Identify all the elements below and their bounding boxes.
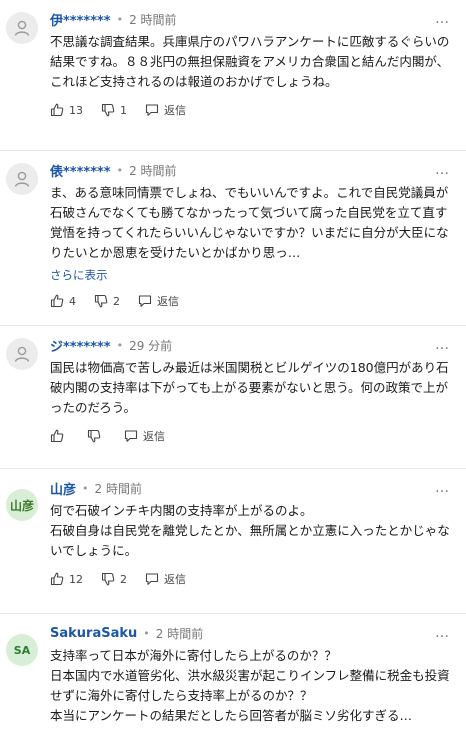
reply-button[interactable]: 返信 bbox=[124, 428, 165, 444]
more-options-icon[interactable]: … bbox=[435, 626, 450, 640]
separator-dot: • bbox=[116, 12, 124, 26]
comment-time: 2 時間前 bbox=[94, 481, 142, 496]
comment-text: 不思議な調査結果。兵庫県庁のパワハラアンケートに匹敵するぐらいの結果ですね。８８… bbox=[50, 34, 450, 89]
dislike-button[interactable]: 2 bbox=[101, 572, 127, 586]
user-silhouette-icon bbox=[14, 346, 30, 362]
comment-card: ジ******* • 29 分前 … 国民は物価高で苦しみ最近は米国関税とビルゲ… bbox=[0, 326, 466, 469]
reply-bubble-icon bbox=[145, 104, 159, 116]
comment-actions: 12 2 返信 bbox=[50, 569, 454, 589]
user-silhouette-icon bbox=[14, 20, 30, 36]
avatar[interactable] bbox=[6, 12, 38, 44]
commenter-name[interactable]: ジ******* bbox=[50, 336, 111, 355]
comment-text: ま、ある意味同情票でしょね、でもいいんですよ。これで自民党議員が石破さんでなくて… bbox=[50, 185, 449, 260]
like-button[interactable]: 13 bbox=[50, 103, 83, 117]
reply-bubble-icon bbox=[145, 573, 159, 585]
more-options-icon[interactable]: … bbox=[435, 12, 450, 26]
reply-button[interactable]: 返信 bbox=[145, 102, 186, 118]
avatar[interactable]: 山彦 bbox=[6, 489, 38, 521]
dislike-button[interactable] bbox=[87, 429, 106, 443]
comment-text: 何で石破インチキ内閣の支持率が上がるのよ。 石破自身は自民党を離党したとか、無所… bbox=[50, 503, 450, 558]
separator-dot: • bbox=[143, 626, 150, 640]
thumbs-down-icon bbox=[94, 294, 108, 308]
commenter-name[interactable]: SakuraSaku bbox=[50, 626, 137, 641]
reply-label: 返信 bbox=[157, 295, 179, 308]
see-more-link[interactable]: さらに表示 bbox=[50, 267, 454, 283]
avatar[interactable]: SA bbox=[6, 634, 38, 666]
reply-button[interactable]: 返信 bbox=[145, 571, 186, 587]
commenter-name[interactable]: 山彦 bbox=[50, 479, 76, 498]
thumbs-up-icon bbox=[50, 103, 64, 117]
dislike-button[interactable]: 2 bbox=[94, 294, 120, 308]
commenter-name[interactable]: 伊******* bbox=[50, 10, 111, 29]
like-button[interactable] bbox=[50, 429, 69, 443]
separator-dot: • bbox=[116, 338, 124, 352]
comment-time: 2 時間前 bbox=[155, 626, 204, 641]
comment-text: 支持率って日本が海外に寄付したら上がるのか？？ 日本国内で水道管劣化、洪水級災害… bbox=[50, 648, 450, 723]
reply-label: 返信 bbox=[164, 104, 186, 117]
comment-card: SA SakuraSaku • 2 時間前 … 支持率って日本が海外に寄付したら… bbox=[0, 614, 466, 731]
dislike-count: 2 bbox=[113, 294, 120, 308]
like-count: 13 bbox=[69, 103, 83, 117]
comment-actions: 返信 bbox=[50, 426, 454, 446]
dislike-button[interactable]: 1 bbox=[101, 103, 127, 117]
comment-card: 山彦 山彦 • 2 時間前 … 何で石破インチキ内閣の支持率が上がるのよ。 石破… bbox=[0, 469, 466, 614]
comment-actions: 4 2 返信 bbox=[50, 291, 454, 311]
comment-time: 2 時間前 bbox=[129, 12, 177, 27]
more-options-icon[interactable]: … bbox=[435, 338, 450, 352]
thumbs-up-icon bbox=[50, 429, 64, 443]
commenter-name[interactable]: 俵******* bbox=[50, 161, 111, 180]
comment-text: 国民は物価高で苦しみ最近は米国関税とビルゲイツの180億円があり石破内閣の支持率… bbox=[50, 360, 449, 415]
thumbs-down-icon bbox=[101, 572, 115, 586]
reply-label: 返信 bbox=[164, 573, 186, 586]
like-count: 12 bbox=[69, 572, 83, 586]
comment-time: 2 時間前 bbox=[129, 163, 177, 178]
comment-actions: 13 1 返信 bbox=[50, 100, 454, 120]
avatar[interactable] bbox=[6, 338, 38, 370]
more-options-icon[interactable]: … bbox=[435, 481, 450, 495]
thumbs-up-icon bbox=[50, 294, 64, 308]
thumbs-down-icon bbox=[87, 429, 101, 443]
separator-dot: • bbox=[116, 163, 124, 177]
like-count: 4 bbox=[69, 294, 76, 308]
reply-label: 返信 bbox=[143, 430, 165, 443]
thumbs-down-icon bbox=[101, 103, 115, 117]
like-button[interactable]: 4 bbox=[50, 294, 76, 308]
comment-card: 伊******* • 2 時間前 … 不思議な調査結果。兵庫県庁のパワハラアンケ… bbox=[0, 0, 466, 151]
avatar[interactable] bbox=[6, 163, 38, 195]
more-options-icon[interactable]: … bbox=[435, 163, 450, 177]
dislike-count: 2 bbox=[120, 572, 127, 586]
reply-bubble-icon bbox=[138, 295, 152, 307]
thumbs-up-icon bbox=[50, 572, 64, 586]
like-button[interactable]: 12 bbox=[50, 572, 83, 586]
reply-bubble-icon bbox=[124, 430, 138, 442]
user-silhouette-icon bbox=[14, 171, 30, 187]
dislike-count: 1 bbox=[120, 103, 127, 117]
comment-card: 俵******* • 2 時間前 … ま、ある意味同情票でしょね、でもいいんです… bbox=[0, 151, 466, 326]
separator-dot: • bbox=[82, 481, 89, 495]
comment-time: 29 分前 bbox=[129, 338, 173, 353]
reply-button[interactable]: 返信 bbox=[138, 293, 179, 309]
